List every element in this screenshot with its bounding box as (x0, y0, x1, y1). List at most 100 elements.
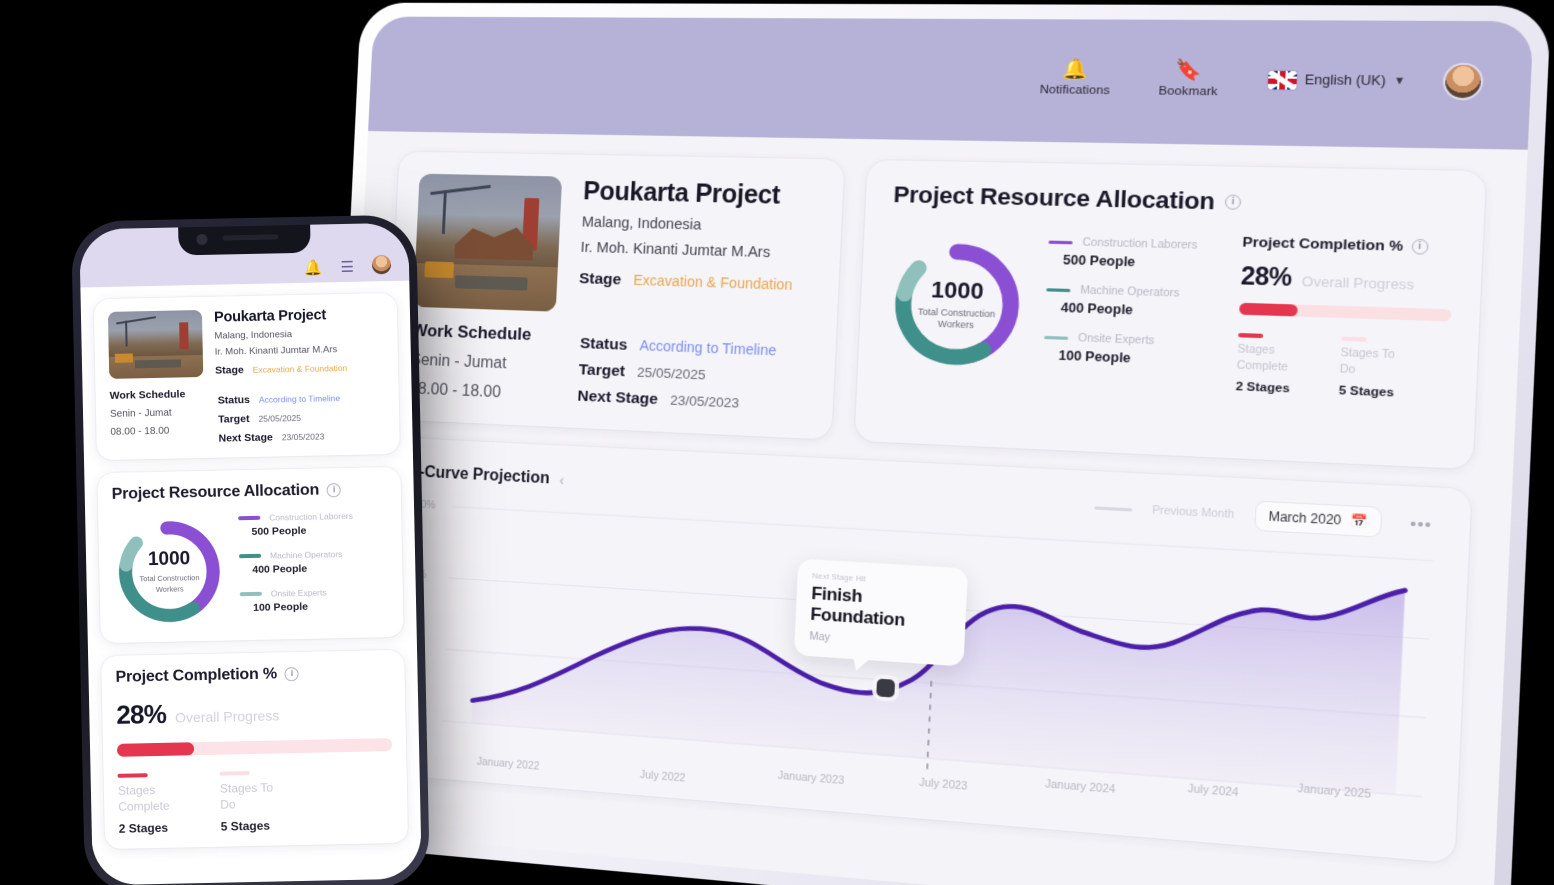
avatar[interactable] (1445, 65, 1482, 98)
date-picker[interactable]: March 2020 📅 (1254, 501, 1383, 538)
completion-percent-label: Overall Progress (1301, 273, 1414, 293)
completion-title-text: Project Completion % (1242, 234, 1403, 254)
legend-swatch (240, 592, 262, 596)
legend-value: 100 People (1058, 349, 1210, 370)
project-info-card: Poukarta Project Malang, Indonesia Ir. M… (387, 151, 845, 439)
total-workers-caption-1: Total Construction (139, 573, 199, 584)
field-key: Stage (579, 270, 622, 290)
tooltip-subtitle: May (809, 630, 949, 652)
field-key: Stage (215, 364, 244, 377)
info-icon[interactable]: i (1411, 238, 1428, 254)
legend-value: 400 People (1060, 301, 1212, 321)
info-icon[interactable]: i (1225, 194, 1242, 209)
avatar[interactable] (372, 255, 391, 274)
project-title: Poukarta Project (583, 177, 819, 212)
legend-value: 2 Stages (1235, 380, 1304, 396)
chart-point-marker[interactable] (876, 679, 895, 698)
field-value: 25/05/2025 (637, 364, 706, 382)
workers-donut-chart: 1000 Total Construction Workers (885, 235, 1029, 374)
calendar-icon: 📅 (1350, 513, 1368, 529)
legend-item: Onsite Experts 100 People (1043, 331, 1211, 369)
legend-label: Machine Operators (1080, 284, 1180, 300)
legend-label: Construction Laborers (269, 511, 353, 523)
completion-title: Project Completion % i (1242, 234, 1455, 256)
legend-swatch (1048, 240, 1072, 244)
project-location: Malang, Indonesia (214, 327, 383, 342)
language-selector[interactable]: English (UK) ▼ (1268, 70, 1406, 90)
resource-allocation-body: 1000 Total Construction Workers Construc… (885, 225, 1455, 402)
info-icon[interactable]: i (327, 483, 341, 497)
completion-percent: 28% (116, 699, 166, 731)
notifications-button[interactable]: 🔔 Notifications (1039, 59, 1111, 97)
project-field-stage: Stage Excavation & Foundation (579, 270, 814, 296)
resource-title-text: Project Resource Allocation (112, 482, 320, 504)
x-tick-jan-2022: January 2022 (477, 756, 540, 773)
completion-legend: Stages Complete 2 Stages Stages To Do 5 … (118, 768, 394, 836)
project-field-next-stage: Next Stage 23/05/2023 (577, 387, 808, 415)
workers-donut-chart: 1000 Total Construction Workers (112, 515, 226, 629)
completion-percent: 28% (1240, 262, 1292, 293)
chart-tooltip: Next Stage Hit Finish Foundation May (794, 559, 968, 667)
completion-legend-item: Stages Complete 2 Stages (118, 772, 185, 836)
legend-label: Machine Operators (270, 549, 342, 561)
legend-swatch (1044, 336, 1068, 341)
work-days: Senin - Jumat (410, 352, 553, 376)
top-navigation-bar: 🔔 Notifications 🔖 Bookmark English (UK) … (368, 17, 1533, 150)
field-key: Next Stage (218, 432, 273, 445)
phone-body: Poukarta Project Malang, Indonesia Ir. M… (80, 281, 421, 885)
legend-label: Construction Laborers (1082, 237, 1197, 253)
notifications-label: Notifications (1039, 83, 1110, 96)
hamburger-menu-icon[interactable]: ☰ (340, 260, 354, 275)
work-hours: 08.00 - 18.00 (110, 425, 204, 438)
previous-month-label: Previous Month (1152, 504, 1235, 521)
project-photo (413, 174, 562, 312)
phone-notch (178, 223, 311, 256)
bell-icon[interactable]: 🔔 (304, 260, 323, 275)
legend-item: Machine Operators 400 People (1045, 283, 1213, 320)
legend-label: Onsite Experts (1078, 332, 1155, 347)
legend-swatch (220, 771, 250, 776)
phone-project-completion-card: Project Completion % i 28% Overall Progr… (101, 650, 408, 850)
chevron-left-icon[interactable]: ‹ (559, 472, 564, 488)
phone-top-bar: 🔔 ☰ (79, 223, 409, 288)
resource-allocation-title: Project Resource Allocation i (893, 181, 1457, 221)
completion-progress-track (117, 738, 392, 757)
legend-value: 500 People (251, 523, 387, 538)
info-icon[interactable]: i (285, 667, 299, 681)
field-key: Target (218, 413, 250, 426)
legend-label: Stages Complete (118, 781, 185, 815)
s-curve-card: S-Curve Projection ‹ Previous Month Marc… (369, 437, 1471, 863)
completion-progress-track (1239, 303, 1451, 322)
legend-label: Onsite Experts (271, 587, 327, 598)
x-tick-jul-2022: July 2022 (640, 769, 686, 785)
more-options-button[interactable]: ••• (1403, 514, 1440, 535)
legend-label: Stages To Do (220, 779, 287, 813)
project-field-next-stage: Next Stage 23/05/2023 (218, 429, 385, 444)
field-value: Excavation & Foundation (253, 363, 348, 375)
tablet-device: 🔔 Notifications 🔖 Bookmark English (UK) … (320, 3, 1551, 885)
resource-title-text: Project Resource Allocation (893, 181, 1215, 215)
legend-item: Construction Laborers 500 People (1047, 236, 1215, 272)
project-location: Malang, Indonesia (581, 214, 816, 236)
project-completion-block: Project Completion % i 28% Overall Progr… (1229, 233, 1455, 401)
resource-allocation-title: Project Resource Allocation i (112, 480, 387, 504)
phone-project-info-card: Poukarta Project Malang, Indonesia Ir. M… (94, 293, 400, 460)
tooltip-title: Finish Foundation (810, 583, 952, 634)
completion-legend: Stages Complete 2 Stages Stages To Do 5 … (1235, 333, 1450, 402)
legend-swatch (1046, 288, 1070, 292)
bookmark-button[interactable]: 🔖 Bookmark (1158, 60, 1219, 98)
phone-device: 🔔 ☰ Poukarta Project Malang, Indonesia I… (71, 214, 430, 885)
resource-legend: Construction Laborers 500 People Machine… (238, 510, 389, 627)
resource-allocation-card: Project Resource Allocation i 1000 Total… (854, 160, 1486, 469)
project-photo (108, 310, 203, 379)
total-workers-value: 1000 (148, 549, 191, 572)
work-days: Senin - Jumat (110, 407, 204, 420)
legend-value: 5 Stages (221, 819, 287, 834)
completion-legend-item: Stages To Do 5 Stages (1339, 336, 1412, 400)
x-tick-jul-2023: July 2023 (919, 776, 968, 792)
field-value: 23/05/2023 (282, 431, 325, 442)
project-title: Poukarta Project (214, 306, 383, 326)
work-schedule-block: Work Schedule Senin - Jumat 08.00 - 18.0… (110, 388, 205, 447)
project-details: Work Schedule Senin - Jumat 08.00 - 18.0… (409, 321, 811, 416)
bookmark-label: Bookmark (1158, 84, 1218, 98)
